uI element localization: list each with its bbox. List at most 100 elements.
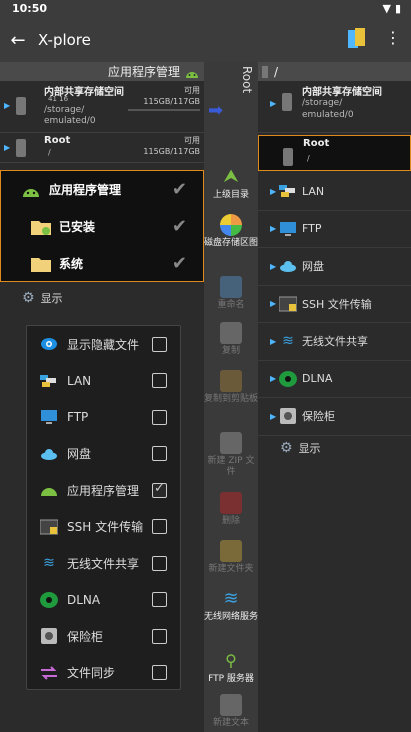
popup-row-lan[interactable]: LAN (27, 363, 180, 400)
expand-triangle-icon[interactable]: ▶ (270, 187, 276, 196)
root-name: Root (44, 135, 71, 146)
installed-label: 已安装 (59, 220, 96, 234)
pane-switch-icon[interactable] (347, 26, 367, 52)
app-title: X-plore (38, 31, 91, 49)
popup-label: FTP (67, 410, 89, 425)
status-icons: ▼ ▮ (382, 2, 401, 15)
up-arrow-icon: ⮝ (223, 166, 239, 187)
expand-triangle-icon[interactable]: ▶ (4, 101, 10, 110)
new-text-button[interactable]: 新建文本 (204, 694, 258, 729)
right-pane-header: / (258, 62, 411, 81)
right-item-dlna[interactable]: ▶ DLNA (258, 361, 411, 398)
status-time: 10:50 (12, 2, 48, 15)
vault-icon (39, 626, 59, 646)
expand-triangle-icon[interactable]: ▶ (270, 99, 276, 108)
gear-icon: ⚙ (280, 440, 293, 456)
pie-chart-icon (220, 214, 242, 236)
cloud-icon (39, 444, 59, 464)
clipboard-icon (220, 370, 242, 392)
disk-map-button[interactable]: 磁盘存储区图 (204, 214, 258, 249)
checkbox[interactable] (152, 373, 167, 389)
android-icon (39, 480, 59, 500)
tool-label: 磁盘存储区图 (204, 238, 259, 248)
popup-row-sync[interactable]: 文件同步 (27, 655, 180, 692)
android-icon (23, 188, 39, 197)
right-item-wifi[interactable]: ▶ ≋ 无线文件共享 (258, 323, 411, 361)
popup-row-cloud[interactable]: 网盘 (27, 436, 180, 473)
new-folder-button[interactable]: 新建文件夹 (204, 540, 258, 575)
parent-dir-button[interactable]: ⮝ 上级目录 (204, 166, 258, 201)
current-path-label: Root (240, 66, 254, 94)
expand-triangle-icon[interactable]: ▶ (270, 299, 276, 308)
checkbox-checked[interactable] (152, 481, 167, 498)
right-item-ssh[interactable]: ▶ SSH 文件传输 (258, 286, 411, 323)
storage-path-line2: emulated/0 (44, 116, 96, 126)
popup-row-dlna[interactable]: DLNA (27, 582, 180, 619)
popup-row-vault[interactable]: 保险柜 (27, 618, 180, 655)
internal-storage-row[interactable]: ▶ 内部共享存储空间 41 16 可用 115GB/117GB /storage… (0, 81, 204, 133)
checkbox[interactable] (152, 519, 167, 535)
check-mark-icon: ✔ (171, 179, 187, 200)
eye-icon (39, 334, 59, 354)
right-item-ftp[interactable]: ▶ FTP (258, 211, 411, 248)
popup-row-app-manager[interactable]: 应用程序管理 (27, 472, 180, 509)
popup-row-ftp[interactable]: FTP (27, 399, 180, 436)
delete-button[interactable]: 删除 (204, 492, 258, 527)
wifi-server-button[interactable]: ≋ 无线网络服务 (204, 588, 258, 623)
popup-row-hidden-files[interactable]: 显示隐藏文件 (27, 326, 180, 363)
ftp-server-button[interactable]: ⚲ FTP 服务器 (204, 650, 258, 685)
expand-triangle-icon[interactable]: ▶ (270, 337, 276, 346)
root-row-selected[interactable]: Root / (258, 135, 411, 171)
system-label: 系统 (59, 257, 84, 271)
new-text-icon (220, 694, 242, 716)
checkbox[interactable] (152, 665, 167, 681)
system-apps-item[interactable]: 系统 ✔ (1, 245, 203, 282)
popup-label: SSH 文件传输 (67, 520, 144, 535)
popup-row-wifi[interactable]: ≋ 无线文件共享 (27, 545, 180, 582)
storage-path-line1: /storage/ (44, 105, 85, 115)
expand-triangle-icon[interactable]: ▶ (270, 262, 276, 271)
right-item-vault[interactable]: ▶ 保险柜 (258, 398, 411, 436)
popup-label: 网盘 (67, 447, 92, 462)
new-zip-button[interactable]: 新建 ZIP 文件 (204, 432, 258, 478)
copy-button[interactable]: 复制 (204, 322, 258, 357)
phone-storage-icon (16, 97, 26, 115)
checkbox[interactable] (152, 628, 167, 644)
lan-icon (39, 371, 59, 391)
checkbox[interactable] (152, 336, 167, 352)
app-manager-item[interactable]: 应用程序管理 ✔ (1, 171, 203, 208)
copy-clipboard-button[interactable]: 复制到剪贴板 (204, 370, 258, 405)
wifi-icon: ≋ (223, 588, 239, 609)
rename-button[interactable]: 重命名 (204, 276, 258, 311)
show-options-row[interactable]: ⚙ 显示 (22, 290, 63, 306)
checkbox[interactable] (152, 555, 167, 571)
checkbox[interactable] (152, 592, 167, 608)
folder-icon (31, 257, 51, 272)
popup-label: DLNA (67, 592, 101, 607)
phone-icon (262, 65, 268, 78)
popup-label: 显示隐藏文件 (67, 337, 140, 352)
checkbox[interactable] (152, 446, 167, 462)
right-item-cloud[interactable]: ▶ 网盘 (258, 248, 411, 286)
tool-label: 复制 (221, 346, 240, 356)
installed-apps-item[interactable]: 已安装 ✔ (1, 208, 203, 245)
back-arrow-icon[interactable]: ← (0, 30, 36, 51)
phone-storage-icon (282, 93, 292, 111)
popup-row-ssh[interactable]: SSH 文件传输 (27, 509, 180, 546)
expand-triangle-icon[interactable]: ▶ (270, 412, 276, 421)
root-row[interactable]: ▶ Root / 可用 115GB/117GB (0, 133, 204, 163)
internal-storage-row[interactable]: ▶ 内部共享存储空间 /storage/emulated/0 (258, 81, 411, 133)
expand-triangle-icon[interactable]: ▶ (270, 224, 276, 233)
storage-path: /storage/emulated/0 (302, 97, 354, 121)
gear-icon: ⚙ (22, 290, 35, 306)
wifi-status-icon: ▼ (382, 2, 391, 15)
expand-triangle-icon[interactable]: ▶ (4, 143, 10, 152)
vault-icon (278, 407, 298, 425)
right-item-lan[interactable]: ▶ LAN (258, 173, 411, 211)
root-path: / (307, 154, 310, 163)
expand-triangle-icon[interactable]: ▶ (270, 374, 276, 383)
show-options-row[interactable]: ⚙ 显示 (280, 440, 321, 456)
storage-path-line1: /storage/ (302, 98, 343, 108)
checkbox[interactable] (152, 409, 167, 425)
overflow-menu-icon[interactable]: ⋮ (385, 28, 401, 47)
